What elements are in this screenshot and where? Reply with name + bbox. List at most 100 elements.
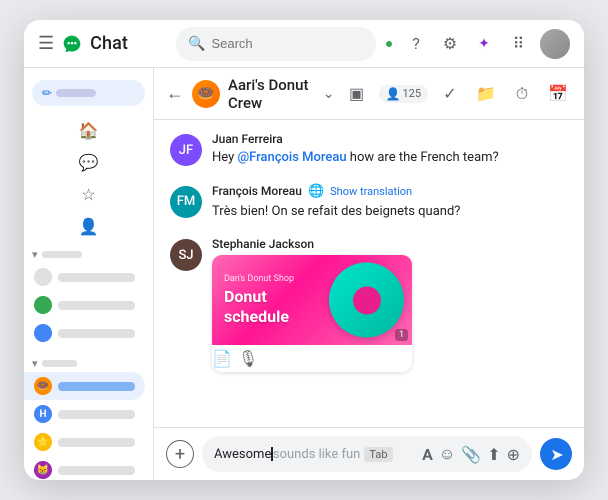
item-5-label — [58, 466, 135, 475]
chat-panel: ← 🍩 Aari's Donut Crew ⌄ ▣ 👤 125 ✓ 📁 ⏱ 📅 — [154, 68, 584, 480]
donut-crew-label — [58, 382, 135, 391]
sidebar-item-4[interactable]: 🌟 — [24, 428, 145, 456]
help-icon[interactable]: ? — [404, 32, 428, 56]
sidebar: ✏ 🏠 💬 ☆ 👤 ▾ — [24, 68, 154, 480]
emoji-icon[interactable]: ☺ — [439, 444, 455, 464]
main-area: ✏ 🏠 💬 ☆ 👤 ▾ — [24, 68, 584, 480]
message-group-1: JF Juan Ferreira Hey @François Moreau ho… — [170, 132, 568, 168]
status-dot — [384, 39, 394, 49]
search-input[interactable] — [211, 36, 364, 51]
format-text-icon[interactable]: A — [422, 445, 433, 464]
item-3-icon — [34, 324, 52, 342]
back-button[interactable]: ← — [166, 83, 184, 104]
folder-button[interactable]: 📁 — [472, 80, 500, 108]
mention-francois[interactable]: @François Moreau — [237, 150, 346, 165]
message-2-sender: François Moreau — [212, 184, 302, 198]
hamburger-icon[interactable]: ☰ — [38, 33, 54, 54]
home-icon[interactable]: 🏠 — [77, 118, 101, 142]
compose-icon: ✏ — [42, 86, 52, 100]
topbar: ☰ Chat 🔍 ? ⚙ ✦ ⠿ — [24, 20, 584, 68]
message-1-text: Hey @François Moreau how are the French … — [212, 148, 568, 168]
chat-header-actions: ▣ 👤 125 ✓ 📁 ⏱ 📅 — [343, 80, 573, 108]
item-2-icon — [34, 296, 52, 314]
message-2-content: François Moreau 🌐 Show translation Très … — [212, 184, 568, 222]
more-options-icon[interactable]: ⊕ — [507, 445, 520, 464]
app-title: Chat — [90, 33, 128, 54]
compose-button[interactable]: ✏ — [32, 80, 145, 106]
group-avatar: 🍩 — [192, 80, 220, 108]
send-icon: ➤ — [550, 445, 563, 464]
stephanie-avatar: SJ — [170, 239, 202, 271]
typed-text: Awesome — [214, 447, 271, 462]
status-indicator — [384, 39, 394, 49]
donut-card[interactable]: Dan's Donut Shop Donut schedule — [212, 255, 412, 372]
chat-nav-icon[interactable]: 💬 — [77, 150, 101, 174]
star-icon[interactable]: ☆ — [77, 182, 101, 206]
input-text-display: Awesome sounds like funTab — [214, 447, 416, 462]
calendar-button[interactable]: 📅 — [544, 80, 572, 108]
donut-crew-icon: 🍩 — [34, 377, 52, 395]
compose-label-bar — [56, 89, 96, 97]
item-1-icon — [34, 268, 52, 286]
chevron-down-icon[interactable]: ⌄ — [323, 86, 335, 102]
user-avatar[interactable] — [540, 29, 570, 59]
sidebar-item-3[interactable] — [24, 319, 145, 347]
search-bar[interactable]: 🔍 — [176, 27, 376, 61]
attachment-input-icon[interactable]: 📎 — [461, 445, 481, 464]
autocomplete-hint: sounds like fun — [273, 447, 361, 462]
item-4-label — [58, 438, 135, 447]
sidebar-item-1[interactable] — [24, 263, 145, 291]
message-1-sender: Juan Ferreira — [212, 132, 568, 146]
item-1-label — [58, 273, 135, 282]
sidebar-item-h[interactable]: H — [24, 400, 145, 428]
card-badge: 1 — [395, 329, 408, 341]
translate-icon: 🌐 — [308, 184, 324, 199]
input-icons: A ☺ 📎 ⬆ ⊕ — [422, 444, 520, 464]
upload-icon[interactable]: ⬆ — [487, 445, 500, 464]
donut-card-inner: Dan's Donut Shop Donut schedule — [212, 255, 412, 345]
sidebar-item-donut-crew[interactable]: 🍩 — [24, 372, 145, 400]
item-5-icon: 😸 — [34, 461, 52, 479]
message-2-sender-row: François Moreau 🌐 Show translation — [212, 184, 568, 200]
mic-card-icon: 🎙 — [238, 349, 258, 368]
participant-count: 👤 125 — [379, 85, 429, 103]
sidebar-section-2: ▾ 🍩 H 🌟 😸 — [24, 351, 153, 480]
donut-card-text-area: Dan's Donut Shop Donut schedule — [212, 264, 306, 335]
group-name: Aari's Donut Crew — [228, 76, 319, 112]
attachment-icon: 📄 — [212, 349, 232, 368]
card-title-line2: schedule — [224, 307, 289, 326]
section-1-header[interactable]: ▾ — [24, 246, 153, 263]
video-call-button[interactable]: ▣ — [343, 80, 371, 108]
card-title-line1: Donut — [224, 287, 267, 306]
google-chat-logo — [62, 34, 82, 54]
sidebar-item-2[interactable] — [24, 291, 145, 319]
topbar-left: ☰ Chat — [38, 33, 168, 54]
send-button[interactable]: ➤ — [540, 438, 572, 470]
show-translation-button[interactable]: Show translation — [330, 185, 412, 198]
messages-area: JF Juan Ferreira Hey @François Moreau ho… — [154, 120, 584, 427]
sidebar-section-1: ▾ — [24, 242, 153, 351]
donut-shop-label: Dan's Donut Shop — [224, 274, 294, 284]
tasks-button[interactable]: ✓ — [436, 80, 464, 108]
sparkle-icon[interactable]: ✦ — [472, 32, 496, 56]
francois-avatar: FM — [170, 186, 202, 218]
juan-avatar: JF — [170, 134, 202, 166]
app-window: ☰ Chat 🔍 ? ⚙ ✦ ⠿ — [24, 20, 584, 480]
nav-icons: 🏠 💬 ☆ 👤 — [24, 114, 153, 242]
donut-image — [329, 263, 404, 338]
item-h-icon: H — [34, 405, 52, 423]
participant-count-value: 125 — [402, 87, 421, 100]
section-2-header[interactable]: ▾ — [24, 355, 153, 372]
grid-icon[interactable]: ⠿ — [506, 32, 530, 56]
message-group-3: SJ Stephanie Jackson Dan's Donut Shop Do… — [170, 237, 568, 372]
message-group-2: FM François Moreau 🌐 Show translation Tr… — [170, 184, 568, 222]
message-input-box[interactable]: Awesome sounds like funTab A ☺ 📎 ⬆ ⊕ — [202, 436, 532, 472]
item-2-label — [58, 301, 135, 310]
timer-button[interactable]: ⏱ — [508, 80, 536, 108]
tab-hint: Tab — [364, 447, 392, 462]
input-area: + Awesome sounds like funTab A ☺ 📎 ⬆ ⊕ ➤ — [154, 427, 584, 480]
sidebar-item-5[interactable]: 😸 — [24, 456, 145, 480]
people-icon[interactable]: 👤 — [77, 214, 101, 238]
add-button[interactable]: + — [166, 440, 194, 468]
settings-icon[interactable]: ⚙ — [438, 32, 462, 56]
